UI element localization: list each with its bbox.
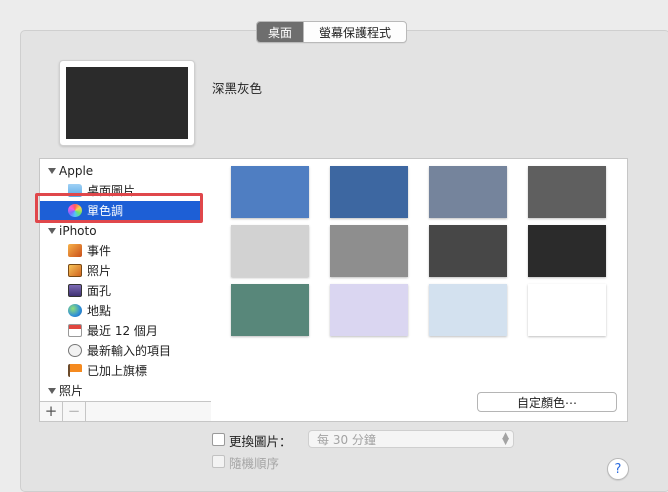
sidebar-item-places[interactable]: 地點 (40, 301, 200, 321)
tab-bar: 桌面 螢幕保護程式 (256, 21, 407, 43)
disclosure-triangle-icon[interactable] (48, 228, 56, 234)
sidebar-item-flagged[interactable]: 已加上旗標 (40, 361, 200, 381)
sidebar-item-label: 最近 12 個月 (87, 324, 158, 338)
change-interval-select[interactable]: 每 30 分鐘 ▲ ▼ (308, 430, 514, 448)
random-order-checkbox[interactable] (212, 455, 225, 468)
photos-icon (68, 264, 82, 277)
color-swatch[interactable] (528, 225, 606, 277)
color-swatch[interactable] (528, 284, 606, 336)
color-swatch[interactable] (231, 166, 309, 218)
group-iphoto[interactable]: iPhoto (40, 221, 200, 241)
import-icon (68, 344, 82, 357)
group-label: Apple (59, 164, 94, 178)
change-picture-label: 更換圖片： (229, 434, 292, 449)
sidebar-item-label: 最新輸入的項目 (87, 344, 172, 358)
disclosure-triangle-icon[interactable] (48, 388, 56, 394)
group-apple[interactable]: Apple (40, 161, 200, 181)
tab-screen-saver[interactable]: 螢幕保護程式 (303, 22, 406, 42)
custom-color-button[interactable]: 自定顏色⋯ (477, 392, 617, 412)
color-swatch[interactable] (528, 166, 606, 218)
desktop-preview (59, 60, 195, 146)
preview-color-fill (66, 67, 188, 139)
color-swatch[interactable] (231, 284, 309, 336)
group-label: 照片 (59, 384, 84, 398)
color-swatch[interactable] (330, 284, 408, 336)
sidebar-item-events[interactable]: 事件 (40, 241, 200, 261)
add-folder-button[interactable]: + (40, 402, 63, 421)
places-icon (68, 304, 82, 317)
disclosure-triangle-icon[interactable] (48, 168, 56, 174)
group-label: iPhoto (59, 224, 97, 238)
color-swatch[interactable] (231, 225, 309, 277)
flag-icon (68, 364, 82, 377)
calendar-icon (68, 324, 82, 337)
group-photos[interactable]: 照片 (40, 381, 200, 401)
tab-desktop[interactable]: 桌面 (257, 22, 303, 42)
change-picture-checkbox[interactable] (212, 433, 225, 446)
faces-icon (68, 284, 82, 297)
sidebar-item-faces[interactable]: 面孔 (40, 281, 200, 301)
sidebar-item-label: 地點 (87, 304, 112, 318)
sidebar-item-photos[interactable]: 照片 (40, 261, 200, 281)
list-button-bar: + − (40, 401, 211, 421)
help-button[interactable]: ? (607, 458, 629, 480)
random-order-label: 隨機順序 (229, 456, 280, 471)
color-swatch[interactable] (330, 225, 408, 277)
color-swatch-grid: 自定顏色⋯ (211, 158, 628, 422)
selection-highlight-annotation (35, 193, 203, 223)
color-swatch[interactable] (429, 225, 507, 277)
remove-folder-button[interactable]: − (63, 402, 86, 421)
sidebar-item-label: 事件 (87, 244, 112, 258)
sidebar-item-last-import[interactable]: 最新輸入的項目 (40, 341, 200, 361)
sidebar-item-label: 照片 (87, 264, 112, 278)
current-color-name: 深黑灰色 (212, 81, 263, 96)
events-icon (68, 244, 82, 257)
sidebar-item-label: 面孔 (87, 284, 112, 298)
sidebar-item-last-12-months[interactable]: 最近 12 個月 (40, 321, 200, 341)
popup-arrows-icon: ▲ ▼ (502, 431, 509, 447)
color-swatch[interactable] (330, 166, 408, 218)
color-swatch[interactable] (429, 284, 507, 336)
change-interval-value: 每 30 分鐘 (317, 433, 376, 447)
color-swatch[interactable] (429, 166, 507, 218)
sidebar-item-label: 已加上旗標 (87, 364, 148, 378)
